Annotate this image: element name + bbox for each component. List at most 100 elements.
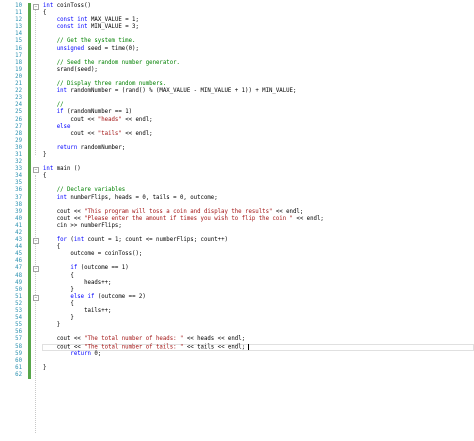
code-line[interactable]: 42 <box>0 230 474 238</box>
code-text[interactable]: } <box>43 322 60 329</box>
code-line[interactable]: 62 <box>0 371 474 379</box>
code-line[interactable]: 46 <box>0 258 474 266</box>
collapse-icon[interactable]: − <box>33 238 39 245</box>
code-text[interactable]: else if (outcome == 2) <box>43 294 145 301</box>
change-marker <box>28 187 31 195</box>
code-text[interactable]: cout << "tails" << endl; <box>43 131 152 138</box>
code-line[interactable]: 47 − if (outcome == 1) <box>0 265 474 273</box>
code-line[interactable]: 49 heads++; <box>0 279 474 287</box>
code-text[interactable]: if (outcome == 1) <box>43 265 128 272</box>
code-line[interactable]: 33 − int main () <box>0 166 474 174</box>
code-line[interactable]: 32 <box>0 159 474 167</box>
code-line[interactable]: 24 // <box>0 102 474 110</box>
code-text[interactable]: cin >> numberFlips; <box>43 223 122 230</box>
code-line[interactable]: 21 // Display three random numbers. <box>0 81 474 89</box>
code-line[interactable]: 23 <box>0 95 474 103</box>
code-line[interactable]: 19 srand(seed); <box>0 66 474 74</box>
code-text[interactable]: { <box>43 301 73 308</box>
code-text[interactable]: // Declare variables <box>43 187 125 194</box>
code-line[interactable]: 30 return randomNumber; <box>0 144 474 152</box>
code-line[interactable]: 39 cout << "This program will toss a coi… <box>0 208 474 216</box>
code-text[interactable]: { <box>43 244 60 251</box>
code-line[interactable]: 52 { <box>0 300 474 309</box>
code-text[interactable]: cout << "heads" << endl; <box>43 117 152 124</box>
collapse-icon[interactable]: − <box>33 294 39 301</box>
code-editor[interactable]: 10− int coinToss() 11{12 const int MAX_VAL… <box>0 0 474 441</box>
code-text[interactable]: unsigned seed = time(0); <box>43 46 139 53</box>
code-text[interactable]: } <box>43 365 46 372</box>
code-text[interactable]: return 0; <box>43 351 101 358</box>
code-line[interactable]: 25 if (randomNumber == 1) <box>0 109 474 117</box>
code-line[interactable]: 14 <box>0 31 474 39</box>
code-text[interactable]: cout << "This program will toss a coin a… <box>43 209 304 216</box>
code-line[interactable]: 58 cout << "The total number of tails: "… <box>0 343 474 351</box>
code-text[interactable]: { <box>43 173 46 180</box>
code-text[interactable]: } <box>43 315 73 322</box>
code-line[interactable]: 34 { <box>0 173 474 181</box>
code-text[interactable]: return randomNumber; <box>43 145 126 152</box>
code-text[interactable]: heads++; <box>43 280 111 287</box>
code-text[interactable]: const int MAX_VALUE = 1; <box>43 17 139 24</box>
code-line[interactable]: 11 { <box>0 10 474 18</box>
code-text[interactable]: { <box>43 10 46 17</box>
code-text[interactable]: cout << "Please enter the amount if time… <box>43 216 324 223</box>
code-text[interactable]: int main () <box>43 166 81 173</box>
code-line[interactable]: 48 { <box>0 272 474 280</box>
code-line[interactable]: 61} <box>0 364 474 372</box>
code-text[interactable]: for (int count = 1; count <= numberFlips… <box>43 237 228 244</box>
code-text[interactable]: cout << "The total number of heads: " <<… <box>43 336 245 343</box>
code-line[interactable]: 20 <box>0 73 474 82</box>
code-line[interactable]: 56 <box>0 329 474 337</box>
code-text[interactable]: srand(seed); <box>43 67 98 74</box>
code-line[interactable]: 22 int randomNumber = (rand() % (MAX_VAL… <box>0 88 474 96</box>
code-line[interactable]: 36 // Declare variables <box>0 187 474 195</box>
code-text[interactable]: } <box>43 152 46 159</box>
code-text[interactable]: if (randomNumber == 1) <box>43 109 132 116</box>
code-text[interactable]: const int MIN_VALUE = 3; <box>43 24 139 31</box>
code-text[interactable]: outcome = coinToss(); <box>43 251 142 258</box>
code-line[interactable]: 28 cout << "tails" << endl; <box>0 130 474 138</box>
code-line[interactable]: 55 } <box>0 322 474 330</box>
code-line[interactable]: 53 tails++; <box>0 308 474 316</box>
code-text[interactable]: int numberFlips, heads = 0, tails = 0, o… <box>43 195 218 202</box>
code-line[interactable]: 37 int numberFlips, heads = 0, tails = 0… <box>0 194 474 202</box>
collapse-icon[interactable]: − <box>33 167 39 174</box>
code-line[interactable]: 50 } <box>0 286 474 294</box>
collapse-icon[interactable]: − <box>33 266 39 273</box>
code-line[interactable]: 54 } <box>0 315 474 323</box>
code-line[interactable]: 57 cout << "The total number of heads: "… <box>0 336 474 344</box>
code-text[interactable]: { <box>43 273 73 280</box>
code-line[interactable]: 13 const int MIN_VALUE = 3; <box>0 24 474 32</box>
code-text[interactable]: else <box>43 124 71 131</box>
code-line[interactable]: 16 unsigned seed = time(0); <box>0 45 474 53</box>
code-text[interactable]: // Seed the random number generator. <box>43 60 180 67</box>
code-line[interactable]: 59 return 0; <box>0 350 474 358</box>
code-line[interactable]: 60 <box>0 357 474 365</box>
code-text[interactable]: // Get the system time. <box>43 38 136 45</box>
code-line[interactable]: 15 // Get the system time. <box>0 38 474 46</box>
code-line[interactable]: 41 cin >> numberFlips; <box>0 222 474 230</box>
code-line[interactable]: 38 <box>0 201 474 209</box>
code-text[interactable]: int coinToss() <box>43 3 91 10</box>
code-line[interactable]: 27 else <box>0 123 474 131</box>
code-text[interactable]: tails++; <box>43 308 111 315</box>
collapse-icon[interactable]: − <box>33 4 39 10</box>
code-line[interactable]: 18 // Seed the random number generator. <box>0 59 474 67</box>
code-line[interactable]: 35 <box>0 180 474 188</box>
code-line[interactable]: 17 <box>0 52 474 60</box>
code-line[interactable]: 29 <box>0 137 474 145</box>
code-line[interactable]: 51 − else if (outcome == 2) <box>0 293 474 301</box>
code-line[interactable]: 40 cout << "Please enter the amount if t… <box>0 215 474 223</box>
code-line[interactable]: 44 { <box>0 244 474 252</box>
code-line[interactable]: 43 − for (int count = 1; count <= numberF… <box>0 237 474 245</box>
code-line[interactable]: 10 − int coinToss() <box>0 3 474 11</box>
code-line[interactable]: 26 cout << "heads" << endl; <box>0 116 474 124</box>
code-text[interactable]: } <box>43 287 73 294</box>
code-text[interactable]: // Display three random numbers. <box>43 81 167 88</box>
code-text[interactable]: int randomNumber = (rand() % (MAX_VALUE … <box>43 88 297 95</box>
code-line[interactable]: 12 const int MAX_VALUE = 1; <box>0 17 474 25</box>
change-marker <box>28 208 31 216</box>
code-line[interactable]: 31} <box>0 151 474 160</box>
code-text[interactable]: // <box>43 102 64 109</box>
code-line[interactable]: 45 outcome = coinToss(); <box>0 251 474 259</box>
